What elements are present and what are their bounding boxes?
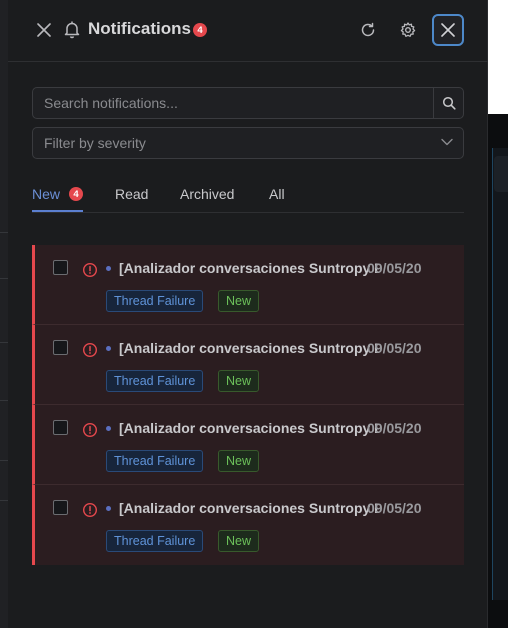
notification-date: 09/05/20	[367, 340, 422, 356]
notification-checkbox[interactable]	[53, 500, 68, 515]
refresh-button[interactable]	[356, 18, 380, 42]
background-right-card	[494, 156, 508, 192]
notification-date: 09/05/20	[367, 500, 422, 516]
notification-item[interactable]: [Analizador conversaciones Suntropy DEV]…	[32, 325, 464, 405]
tab-read[interactable]: Read	[115, 186, 148, 202]
notification-title: [Analizador conversaciones Suntropy DEV]…	[119, 500, 379, 516]
notifications-drawer: Notifications 4 Search notifications... …	[8, 0, 488, 628]
notification-type-tag: Thread Failure	[106, 450, 204, 472]
refresh-icon	[361, 22, 375, 37]
notification-list: [Analizador conversaciones Suntropy DEV]…	[32, 245, 464, 565]
search-bar	[32, 87, 464, 119]
tab-archived[interactable]: Archived	[180, 186, 234, 202]
unread-dot	[106, 266, 111, 271]
close-icon	[37, 23, 51, 37]
notification-status-tag: New	[218, 290, 260, 312]
notification-title: [Analizador conversaciones Suntropy DEV]…	[119, 340, 379, 356]
drawer-header: Notifications 4	[8, 0, 488, 62]
notification-checkbox[interactable]	[53, 340, 68, 355]
chevron-down-icon	[441, 138, 453, 146]
notification-tabs: New 4 Read Archived All	[32, 176, 464, 213]
search-button[interactable]	[433, 88, 463, 118]
notification-item[interactable]: [Analizador conversaciones Suntropy DEV]…	[32, 405, 464, 485]
notification-checkbox[interactable]	[53, 420, 68, 435]
tab-all[interactable]: All	[269, 186, 285, 202]
notification-item[interactable]: [Analizador conversaciones Suntropy DEV]…	[32, 245, 464, 325]
search-icon	[442, 96, 456, 110]
notification-item[interactable]: [Analizador conversaciones Suntropy DEV]…	[32, 485, 464, 565]
background-left-strip	[0, 0, 8, 628]
page-title: Notifications	[88, 19, 191, 38]
notification-status-tag: New	[218, 370, 260, 392]
gear-icon	[400, 22, 416, 37]
unread-dot	[106, 506, 111, 511]
notification-status-tag: New	[218, 450, 260, 472]
notification-type-tag: Thread Failure	[106, 530, 204, 552]
tab-new-count-badge: 4	[69, 187, 83, 201]
background-right-white	[488, 0, 508, 114]
search-input[interactable]	[33, 88, 433, 118]
notification-type-tag: Thread Failure	[106, 290, 204, 312]
tab-new[interactable]: New	[32, 186, 60, 202]
unread-dot	[106, 426, 111, 431]
drawer-dismiss-button[interactable]	[32, 18, 56, 42]
bell-icon	[64, 20, 80, 40]
unread-dot	[106, 346, 111, 351]
notification-date: 09/05/20	[367, 420, 422, 436]
close-icon	[441, 23, 455, 37]
active-tab-indicator	[32, 210, 83, 212]
notification-title: [Analizador conversaciones Suntropy DEV]…	[119, 260, 379, 276]
settings-button[interactable]	[396, 18, 420, 42]
notification-checkbox[interactable]	[53, 260, 68, 275]
background-right-panel	[492, 148, 508, 600]
severity-filter-placeholder: Filter by severity	[44, 135, 146, 151]
severity-filter-select[interactable]: Filter by severity	[32, 127, 464, 159]
alert-circle-icon	[82, 262, 98, 278]
notification-type-tag: Thread Failure	[106, 370, 204, 392]
notification-date: 09/05/20	[367, 260, 422, 276]
alert-circle-icon	[82, 422, 98, 438]
notification-status-tag: New	[218, 530, 260, 552]
alert-circle-icon	[82, 342, 98, 358]
notification-title: [Analizador conversaciones Suntropy DEV]…	[119, 420, 379, 436]
unread-count-badge: 4	[193, 23, 207, 37]
close-button[interactable]	[432, 14, 464, 46]
alert-circle-icon	[82, 502, 98, 518]
